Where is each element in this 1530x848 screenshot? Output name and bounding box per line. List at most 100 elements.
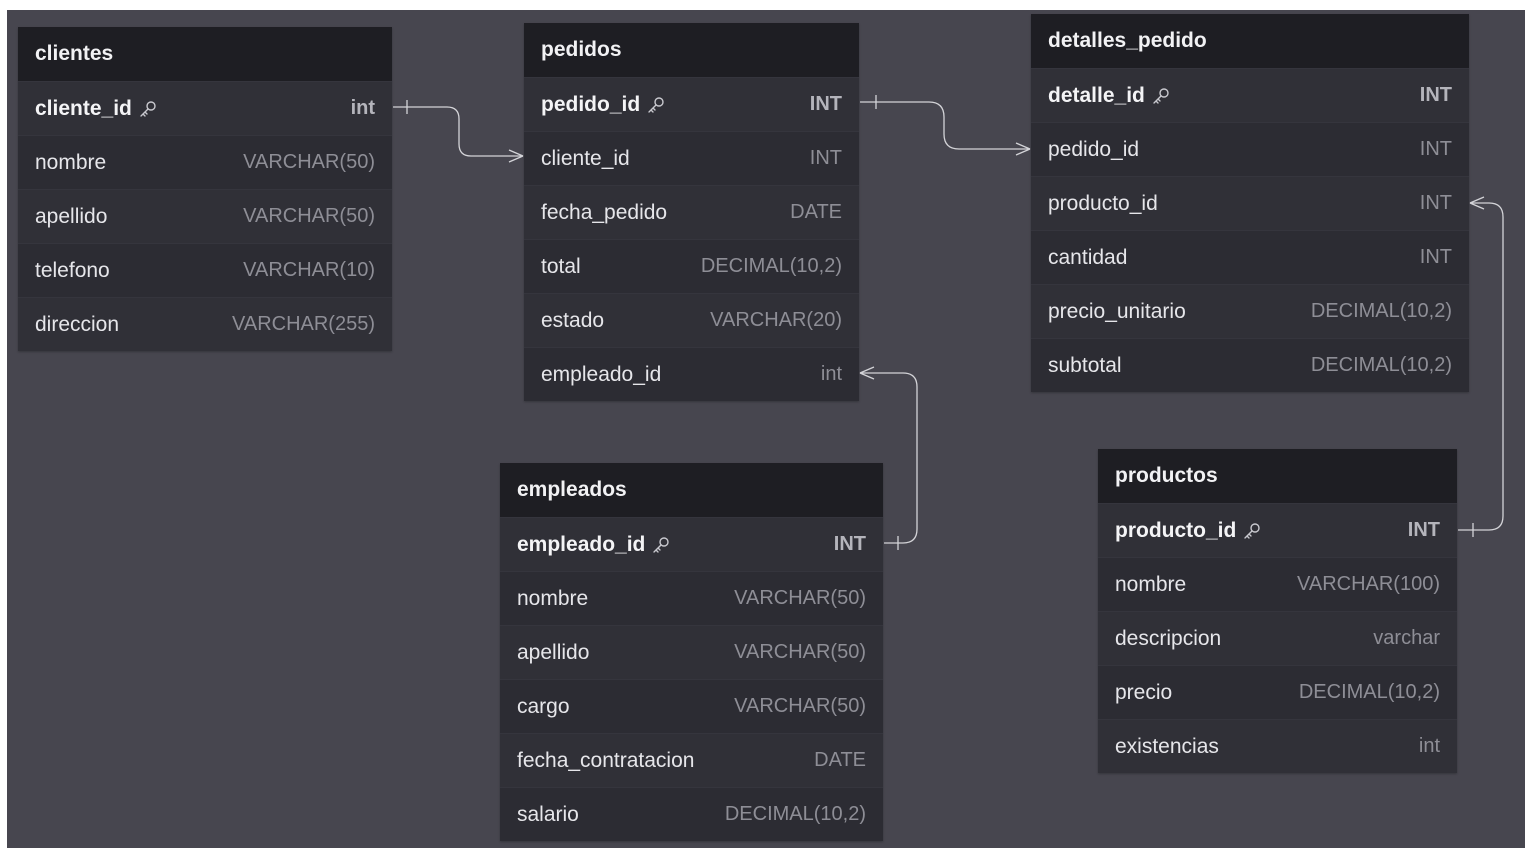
field-name-text: subtotal — [1048, 353, 1122, 377]
table-header-empleados[interactable]: empleados — [500, 463, 883, 517]
field-row-cliente_id[interactable]: cliente_id INT — [524, 131, 859, 185]
field-name: direccion — [35, 313, 119, 337]
field-type: VARCHAR(50) — [734, 641, 866, 663]
field-name-text: cargo — [517, 694, 570, 718]
field-row-pedido_id[interactable]: pedido_id INT — [524, 77, 859, 131]
field-name: producto_id — [1048, 192, 1158, 216]
field-row-nombre[interactable]: nombre VARCHAR(100) — [1098, 557, 1457, 611]
field-type: VARCHAR(255) — [232, 313, 375, 335]
field-name: cantidad — [1048, 246, 1127, 270]
field-name-text: direccion — [35, 312, 120, 336]
field-type: DECIMAL(10,2) — [1298, 681, 1440, 703]
key-icon — [138, 99, 158, 119]
field-name: apellido — [517, 641, 589, 665]
field-name-text: cantidad — [1048, 245, 1128, 269]
field-row-estado[interactable]: estado VARCHAR(20) — [524, 293, 859, 347]
field-name-text: descripcion — [1115, 626, 1222, 650]
field-name: precio — [1115, 681, 1172, 705]
field-row-direccion[interactable]: direccion VARCHAR(255) — [18, 297, 392, 351]
field-type: INT — [1419, 138, 1452, 160]
table-detalles-pedido[interactable]: detalles_pedido detalle_id INT pedido_id INT… — [1031, 14, 1469, 392]
field-type: DECIMAL(10,2) — [1310, 354, 1452, 376]
field-name: cliente_id — [35, 97, 158, 121]
field-name-text: apellido — [35, 204, 108, 228]
field-name-text: salario — [517, 802, 579, 826]
field-row-producto_id[interactable]: producto_id INT — [1098, 503, 1457, 557]
field-row-cantidad[interactable]: cantidad INT — [1031, 230, 1469, 284]
field-type: VARCHAR(50) — [243, 151, 375, 173]
field-name: salario — [517, 803, 579, 827]
field-row-fecha_pedido[interactable]: fecha_pedido DATE — [524, 185, 859, 239]
table-header-pedidos[interactable]: pedidos — [524, 23, 859, 77]
field-type: VARCHAR(10) — [243, 259, 375, 281]
field-name: precio_unitario — [1048, 300, 1186, 324]
field-name-text: nombre — [1115, 572, 1187, 596]
field-row-salario[interactable]: salario DECIMAL(10,2) — [500, 787, 883, 841]
field-type: int — [350, 97, 375, 119]
key-icon — [646, 95, 666, 115]
field-name-text: pedido_id — [541, 92, 641, 116]
field-row-precio[interactable]: precio DECIMAL(10,2) — [1098, 665, 1457, 719]
field-row-fecha_contratacion[interactable]: fecha_contratacion DATE — [500, 733, 883, 787]
field-type: INT — [1419, 84, 1452, 106]
key-icon — [651, 535, 671, 555]
field-row-producto_id[interactable]: producto_id INT — [1031, 176, 1469, 230]
field-name-text: fecha_contratacion — [517, 748, 695, 772]
field-name: nombre — [517, 587, 588, 611]
field-name-text: precio — [1115, 680, 1173, 704]
field-type: DECIMAL(10,2) — [724, 803, 866, 825]
table-header-detalles_pedido[interactable]: detalles_pedido — [1031, 14, 1469, 68]
field-type: int — [820, 363, 842, 385]
field-type: DECIMAL(10,2) — [700, 255, 842, 277]
field-name-text: nombre — [517, 586, 589, 610]
field-row-nombre[interactable]: nombre VARCHAR(50) — [500, 571, 883, 625]
field-name-text: estado — [541, 308, 605, 332]
field-row-apellido[interactable]: apellido VARCHAR(50) — [500, 625, 883, 679]
field-row-empleado_id[interactable]: empleado_id INT — [500, 517, 883, 571]
field-name: descripcion — [1115, 627, 1221, 651]
field-name: apellido — [35, 205, 107, 229]
field-name-text: apellido — [517, 640, 590, 664]
field-name: fecha_contratacion — [517, 749, 694, 773]
field-row-telefono[interactable]: telefono VARCHAR(10) — [18, 243, 392, 297]
field-name-text: existencias — [1115, 734, 1219, 758]
table-clientes[interactable]: clientes cliente_id int nombre VARCHAR(50) ap… — [18, 27, 392, 351]
field-name: producto_id — [1115, 519, 1262, 543]
field-row-cargo[interactable]: cargo VARCHAR(50) — [500, 679, 883, 733]
field-row-empleado_id[interactable]: empleado_id int — [524, 347, 859, 401]
field-type: VARCHAR(50) — [734, 587, 866, 609]
field-row-precio_unitario[interactable]: precio_unitario DECIMAL(10,2) — [1031, 284, 1469, 338]
field-row-nombre[interactable]: nombre VARCHAR(50) — [18, 135, 392, 189]
field-type: DECIMAL(10,2) — [1310, 300, 1452, 322]
field-name: detalle_id — [1048, 84, 1171, 108]
field-name-text: precio_unitario — [1048, 299, 1186, 323]
field-name: pedido_id — [541, 93, 666, 117]
field-row-detalle_id[interactable]: detalle_id INT — [1031, 68, 1469, 122]
field-row-subtotal[interactable]: subtotal DECIMAL(10,2) — [1031, 338, 1469, 392]
field-row-existencias[interactable]: existencias int — [1098, 719, 1457, 773]
field-type: DATE — [790, 201, 842, 223]
table-header-productos[interactable]: productos — [1098, 449, 1457, 503]
field-name: fecha_pedido — [541, 201, 667, 225]
table-header-clientes[interactable]: clientes — [18, 27, 392, 81]
field-name: existencias — [1115, 735, 1219, 759]
field-row-apellido[interactable]: apellido VARCHAR(50) — [18, 189, 392, 243]
field-row-cliente_id[interactable]: cliente_id int — [18, 81, 392, 135]
field-name-text: nombre — [35, 150, 107, 174]
key-icon — [1151, 86, 1171, 106]
field-row-pedido_id[interactable]: pedido_id INT — [1031, 122, 1469, 176]
field-type: INT — [833, 533, 866, 555]
field-name-text: empleado_id — [517, 532, 646, 556]
field-type: DATE — [814, 749, 866, 771]
table-productos[interactable]: productos producto_id INT nombre VARCHAR(100… — [1098, 449, 1457, 773]
field-name: empleado_id — [517, 533, 671, 557]
table-pedidos[interactable]: pedidos pedido_id INT cliente_id INT fecha_pe… — [524, 23, 859, 401]
field-row-descripcion[interactable]: descripcion varchar — [1098, 611, 1457, 665]
field-name-text: producto_id — [1048, 191, 1158, 215]
field-name: subtotal — [1048, 354, 1122, 378]
field-type: INT — [1419, 192, 1452, 214]
table-empleados[interactable]: empleados empleado_id INT nombre VARCHAR(50)… — [500, 463, 883, 841]
field-name-text: empleado_id — [541, 362, 662, 386]
field-type: INT — [809, 147, 842, 169]
field-row-total[interactable]: total DECIMAL(10,2) — [524, 239, 859, 293]
